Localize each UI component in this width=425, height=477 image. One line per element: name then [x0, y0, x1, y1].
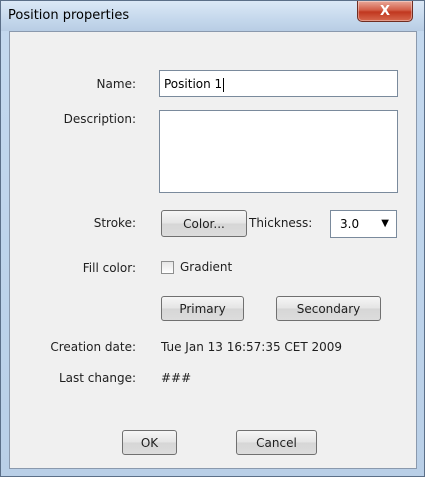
cancel-button[interactable]: Cancel — [236, 430, 317, 455]
description-label: Description: — [63, 112, 136, 126]
ok-button[interactable]: OK — [122, 430, 177, 455]
close-button[interactable]: X — [357, 1, 413, 22]
last-change-value: ### — [161, 371, 192, 385]
description-textarea[interactable] — [159, 110, 398, 193]
fill-color-label: Fill color: — [82, 261, 136, 275]
creation-date-value: Tue Jan 13 16:57:35 CET 2009 — [161, 340, 343, 354]
color-button[interactable]: Color... — [161, 210, 247, 237]
dialog-content: Name: Position 1 Description: Stroke: Co… — [9, 31, 417, 469]
window-title: Position properties — [8, 8, 130, 23]
gradient-checkbox[interactable] — [161, 261, 174, 274]
chevron-down-icon: ▼ — [381, 218, 389, 229]
close-icon: X — [379, 3, 391, 19]
name-input-value: Position 1 — [164, 77, 223, 91]
name-label: Name: — [96, 77, 136, 91]
secondary-button[interactable]: Secondary — [276, 296, 381, 321]
primary-button[interactable]: Primary — [161, 296, 244, 321]
creation-date-label: Creation date: — [50, 340, 136, 354]
thickness-label: Thickness: — [249, 216, 313, 230]
name-input[interactable]: Position 1 — [159, 70, 398, 97]
position-properties-dialog: Position properties X Name: Position 1 D… — [0, 0, 425, 477]
thickness-select[interactable]: 3.0 ▼ — [330, 210, 397, 238]
title-bar[interactable]: Position properties X — [1, 1, 424, 31]
thickness-value: 3.0 — [340, 217, 360, 231]
last-change-label: Last change: — [58, 371, 136, 385]
text-cursor — [223, 77, 225, 92]
stroke-label: Stroke: — [93, 216, 136, 230]
gradient-label: Gradient — [180, 260, 233, 274]
